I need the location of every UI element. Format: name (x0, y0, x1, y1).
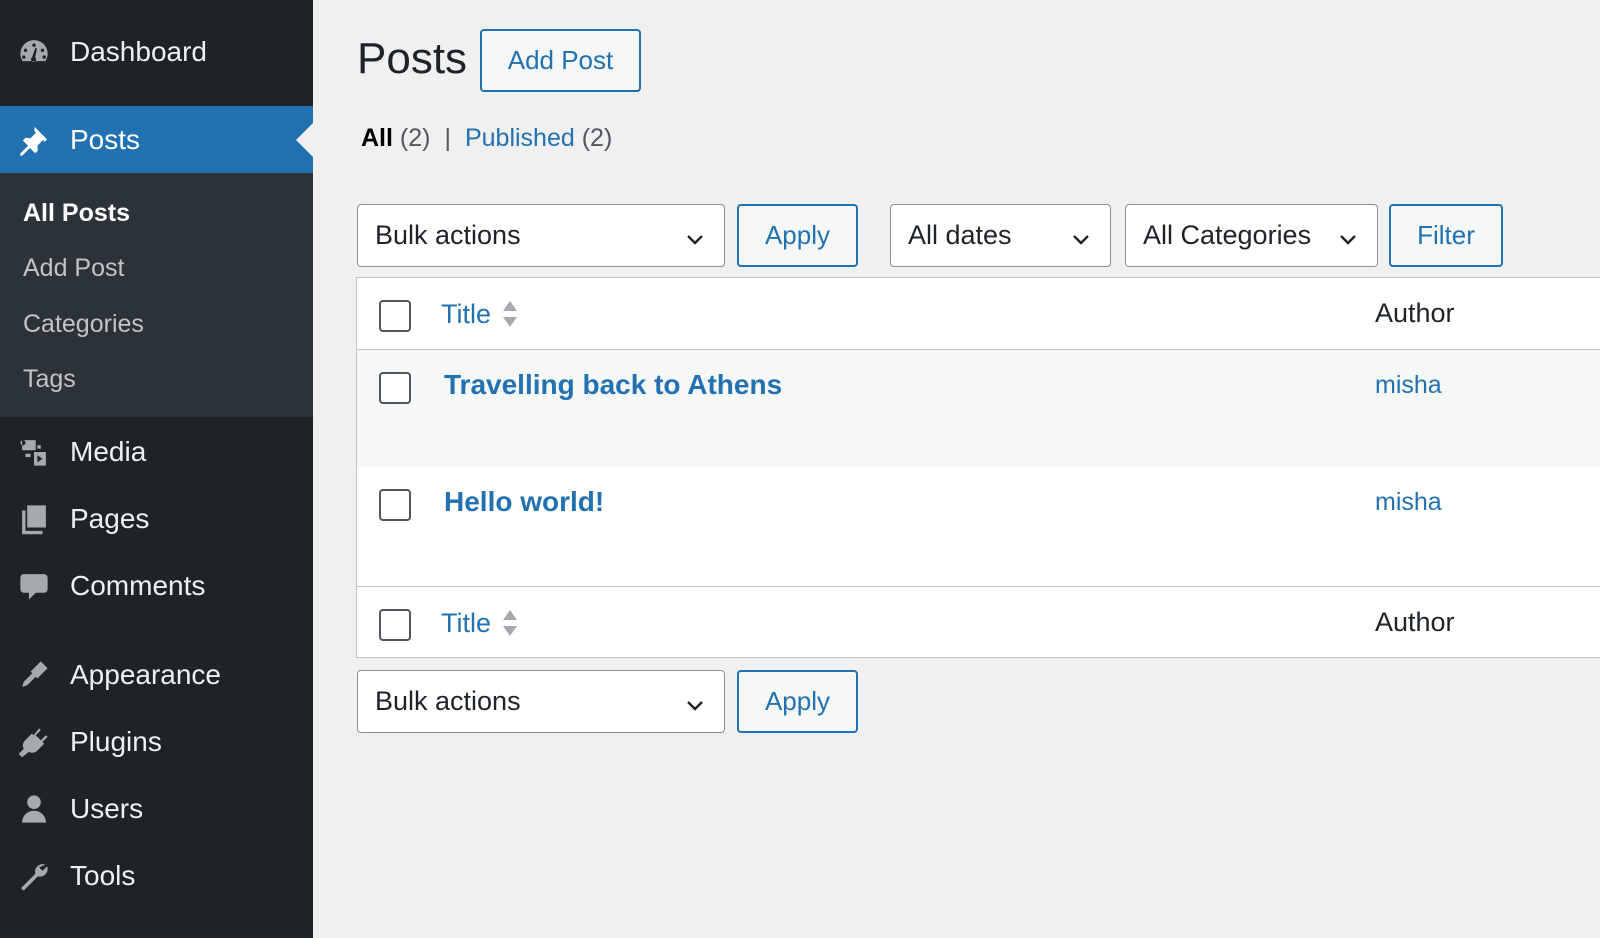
author-column-label: Author (1375, 607, 1455, 637)
dates-filter-select[interactable]: All dates (890, 204, 1111, 267)
categories-filter-select[interactable]: All Categories (1125, 204, 1378, 267)
post-status-views: All (2) | Published (2) (361, 124, 612, 153)
menu-label: Media (70, 435, 147, 467)
chevron-down-icon (684, 692, 706, 714)
view-published-link[interactable]: Published (465, 124, 575, 153)
table-row: Hello world! misha (357, 467, 1600, 584)
view-all-count: (2) (399, 124, 431, 152)
select-value: All dates (908, 220, 1012, 250)
row-checkbox[interactable] (379, 489, 411, 521)
menu-tools[interactable]: Tools (0, 842, 313, 909)
bulk-actions-select-bottom[interactable]: Bulk actions (357, 670, 725, 733)
admin-sidebar: Dashboard Posts All Posts Add Post Categ… (0, 0, 313, 938)
title-column-label: Title (441, 298, 492, 329)
submenu-tags[interactable]: Tags (23, 365, 76, 394)
menu-label: Appearance (70, 658, 222, 690)
menu-label: Dashboard (70, 36, 207, 67)
chevron-down-icon (684, 226, 706, 248)
select-value: All Categories (1143, 220, 1312, 250)
menu-comments[interactable]: Comments (0, 552, 313, 619)
pages-icon (16, 501, 52, 537)
title-column-sort[interactable]: Title (441, 298, 519, 330)
chevron-down-icon (1337, 226, 1359, 248)
post-author-link[interactable]: misha (1375, 371, 1442, 400)
current-menu-arrow (296, 122, 313, 157)
menu-pages[interactable]: Pages (0, 485, 313, 552)
post-author-link[interactable]: misha (1375, 488, 1442, 517)
menu-label: Posts (70, 123, 141, 155)
sort-icon (501, 298, 519, 330)
dashboard-icon (16, 34, 52, 70)
table-footer: Title Author (357, 586, 1600, 658)
menu-plugins[interactable]: Plugins (0, 708, 313, 775)
bulk-actions-select-top[interactable]: Bulk actions (357, 204, 725, 267)
submenu-categories[interactable]: Categories (23, 310, 144, 339)
comment-bubble-icon (16, 568, 52, 604)
select-value: Bulk actions (375, 220, 521, 250)
row-checkbox[interactable] (379, 372, 411, 404)
plug-icon (16, 724, 52, 760)
menu-label: Tools (70, 859, 136, 891)
view-published-count: (2) (581, 124, 613, 152)
select-all-checkbox[interactable] (379, 300, 411, 332)
menu-appearance[interactable]: Appearance (0, 641, 313, 708)
menu-dashboard[interactable]: Dashboard (0, 0, 313, 104)
submenu-all-posts[interactable]: All Posts (23, 199, 130, 228)
table-header: Title Author (357, 278, 1600, 350)
menu-users[interactable]: Users (0, 775, 313, 842)
title-column-label: Title (441, 607, 492, 638)
user-icon (16, 791, 52, 827)
view-all-link[interactable]: All (361, 124, 393, 153)
pushpin-icon (16, 122, 52, 158)
menu-label: Users (70, 792, 144, 824)
select-all-checkbox-footer[interactable] (379, 609, 411, 641)
apply-button-bottom[interactable]: Apply (737, 670, 858, 733)
wrench-icon (16, 858, 52, 894)
media-icon (16, 434, 52, 470)
post-title-link[interactable]: Travelling back to Athens (444, 369, 782, 401)
menu-label: Pages (70, 502, 150, 534)
apply-button-top[interactable]: Apply (737, 204, 858, 267)
menu-media[interactable]: Media (0, 418, 313, 485)
view-separator: | (444, 124, 451, 152)
paintbrush-icon (16, 657, 52, 693)
sort-icon (501, 607, 519, 639)
table-row: Travelling back to Athens misha (357, 350, 1600, 467)
posts-submenu: All Posts Add Post Categories Tags (0, 173, 313, 417)
submenu-add-post[interactable]: Add Post (23, 254, 124, 283)
add-post-button[interactable]: Add Post (480, 29, 641, 92)
page-title: Posts (357, 34, 468, 83)
filter-button[interactable]: Filter (1389, 204, 1503, 267)
menu-posts[interactable]: Posts (0, 106, 313, 173)
author-column-label: Author (1375, 298, 1455, 328)
chevron-down-icon (1070, 226, 1092, 248)
post-title-link[interactable]: Hello world! (444, 486, 604, 518)
menu-label: Comments (70, 569, 206, 601)
posts-table: Title Author Travelling back to Athens m… (356, 277, 1600, 658)
select-value: Bulk actions (375, 686, 521, 716)
menu-label: Plugins (70, 725, 162, 757)
title-column-sort-footer[interactable]: Title (441, 607, 519, 639)
